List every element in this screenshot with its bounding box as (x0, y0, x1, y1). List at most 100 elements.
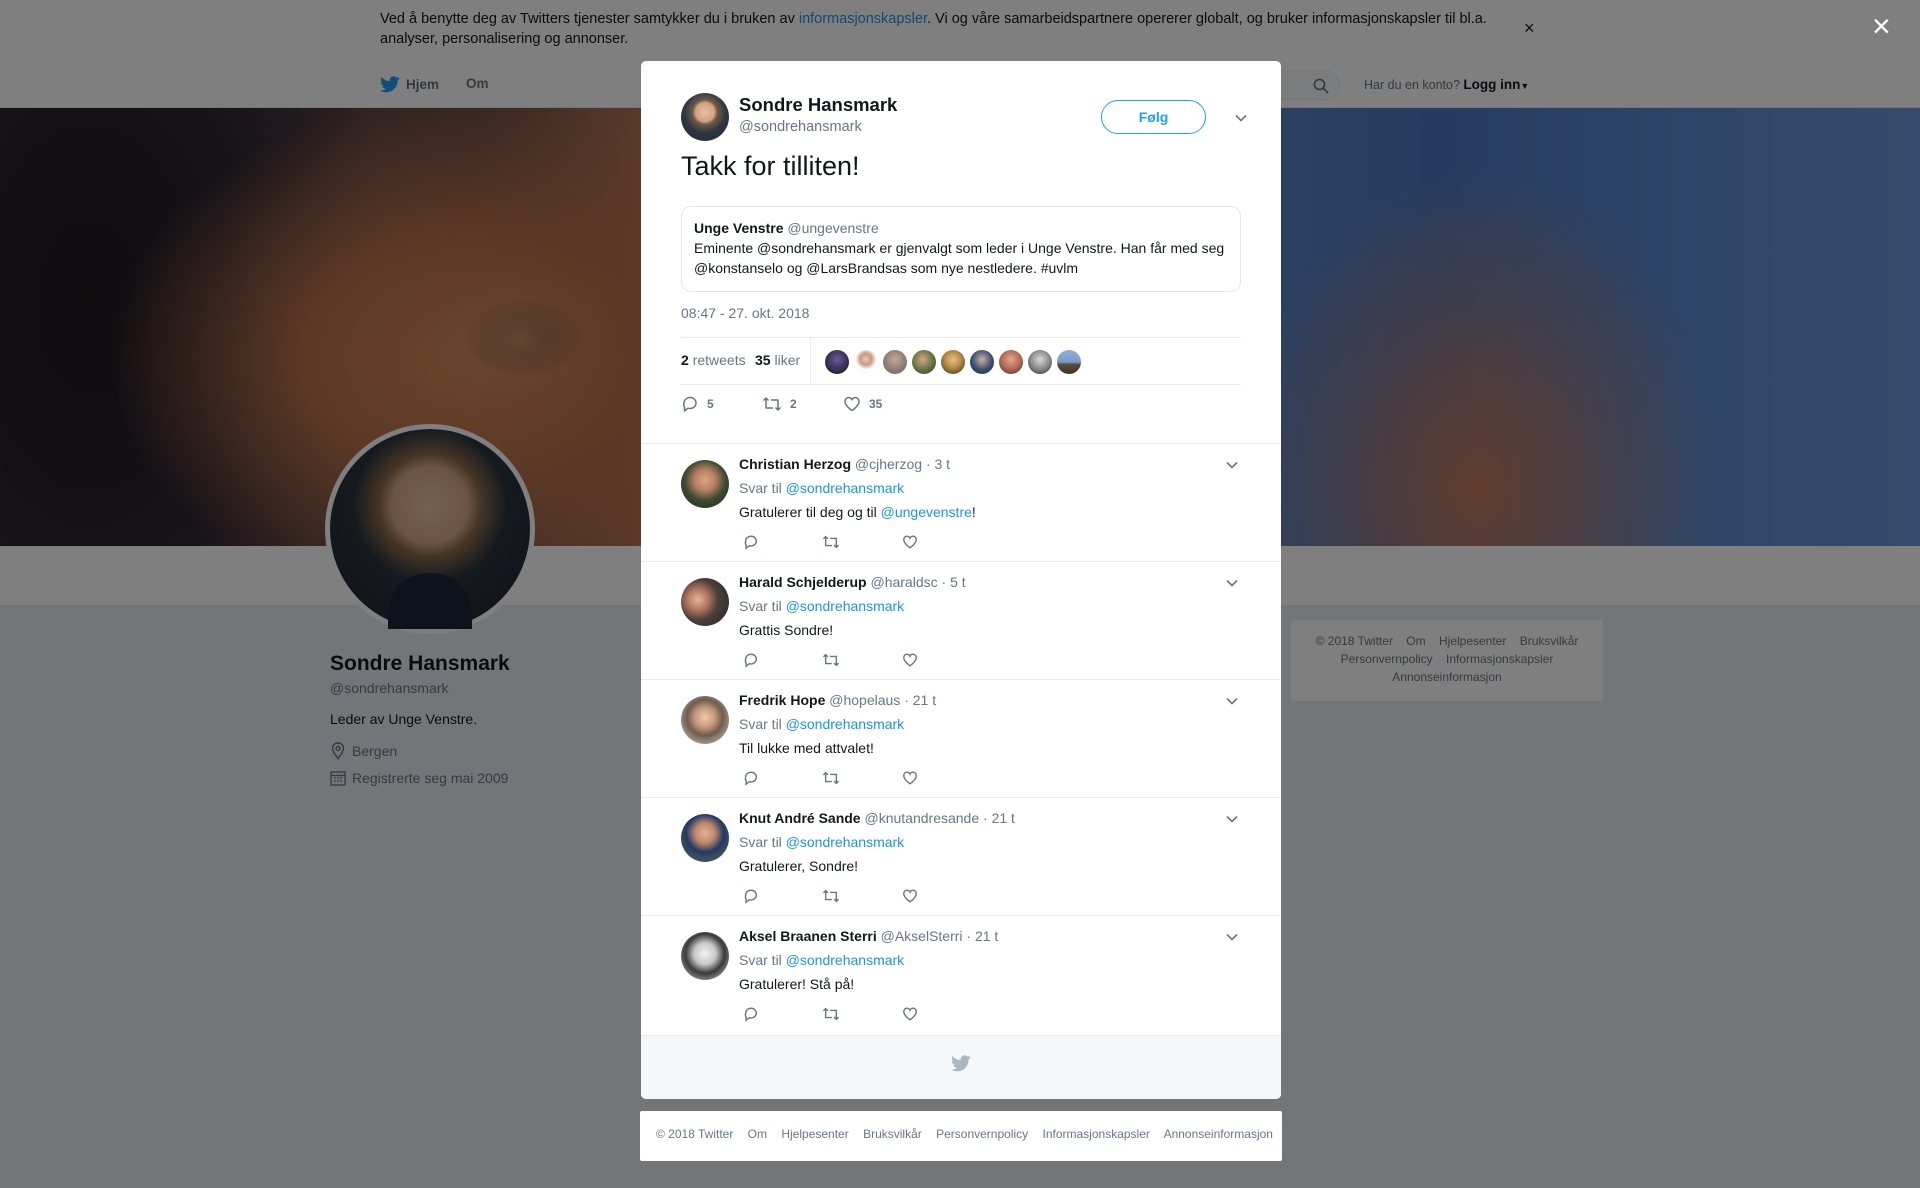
reply-author-name[interactable]: Christian Herzog (739, 456, 851, 472)
author-avatar[interactable] (681, 93, 729, 141)
footer-link-ads[interactable]: Annonseinformasjon (1164, 1127, 1273, 1141)
reply-icon (682, 396, 697, 412)
liker-avatar[interactable] (941, 350, 965, 374)
stats-divider (810, 338, 811, 384)
reply-tweet[interactable]: Aksel Braanen Sterri @AkselSterri · 21 t… (641, 915, 1281, 1032)
reply-author-name[interactable]: Fredrik Hope (739, 692, 825, 708)
retweet-icon[interactable] (822, 652, 840, 673)
modal-bottom-footer: © 2018 Twitter Om Hjelpesenter Bruksvilk… (640, 1111, 1282, 1161)
heart-icon[interactable] (902, 534, 918, 555)
author-name[interactable]: Sondre Hansmark (739, 94, 897, 116)
reply-to-line: Svar til @sondrehansmark (739, 952, 905, 968)
reply-avatar[interactable] (681, 814, 729, 862)
reply-to-mention[interactable]: @sondrehansmark (786, 716, 905, 732)
reply-header: Knut André Sande @knutandresande · 21 t (739, 810, 1015, 826)
chevron-down-icon[interactable] (1225, 694, 1239, 708)
reply-avatar[interactable] (681, 696, 729, 744)
reply-to-mention[interactable]: @sondrehansmark (786, 952, 905, 968)
footer-copyright: © 2018 Twitter (656, 1127, 734, 1141)
reply-to-line: Svar til @sondrehansmark (739, 598, 905, 614)
reply-header: Aksel Braanen Sterri @AkselSterri · 21 t (739, 928, 998, 944)
tweet-actions: 5 2 35 (681, 395, 981, 419)
reply-author-handle: @knutandresande (864, 810, 980, 826)
footer-link-about[interactable]: Om (748, 1127, 767, 1141)
reply-tweet[interactable]: Knut André Sande @knutandresande · 21 t … (641, 797, 1281, 914)
footer-link-terms[interactable]: Bruksvilkår (863, 1127, 922, 1141)
quoted-tweet[interactable]: Unge Venstre @ungevenstre Eminente @sond… (681, 206, 1241, 292)
reply-button[interactable]: 5 (681, 395, 714, 413)
twitter-bird-icon (951, 1055, 971, 1072)
reply-time[interactable]: · 21 t (983, 810, 1015, 826)
reply-avatar[interactable] (681, 932, 729, 980)
reply-text: Til lukke med attvalet! (739, 740, 874, 756)
follow-button[interactable]: Følg (1101, 100, 1206, 134)
liker-avatar[interactable] (825, 350, 849, 374)
reply-tweet[interactable]: Fredrik Hope @hopelaus · 21 t Svar til @… (641, 679, 1281, 796)
reply-text: Gratulerer, Sondre! (739, 858, 859, 874)
reply-text: Grattis Sondre! (739, 622, 834, 638)
like-count[interactable]: 35 liker (755, 352, 800, 368)
retweet-icon[interactable] (822, 770, 840, 791)
reply-to-mention[interactable]: @sondrehansmark (786, 834, 905, 850)
reply-tweet[interactable]: Christian Herzog @cjherzog · 3 t Svar ti… (641, 443, 1281, 560)
liker-avatar[interactable] (912, 350, 936, 374)
tweet-text: Takk for tilliten! (681, 151, 860, 181)
reply-icon[interactable] (743, 1006, 759, 1027)
reply-avatar[interactable] (681, 460, 729, 508)
reply-author-name[interactable]: Knut André Sande (739, 810, 861, 826)
footer-link-help[interactable]: Hjelpesenter (781, 1127, 848, 1141)
reply-to-line: Svar til @sondrehansmark (739, 716, 905, 732)
chevron-down-icon[interactable] (1225, 576, 1239, 590)
reply-time[interactable]: · 5 t (942, 574, 966, 590)
chevron-down-icon[interactable] (1234, 111, 1248, 125)
retweet-icon[interactable] (822, 1006, 840, 1027)
close-modal-button[interactable]: × (1872, 10, 1891, 42)
quote-text: Eminente @sondrehansmark er gjenvalgt so… (694, 240, 1225, 276)
footer-link-cookies[interactable]: Informasjonskapsler (1043, 1127, 1150, 1141)
heart-icon[interactable] (902, 652, 918, 673)
reply-icon[interactable] (743, 770, 759, 791)
reply-to-mention[interactable]: @sondrehansmark (786, 598, 905, 614)
liker-avatar[interactable] (1057, 350, 1081, 374)
chevron-down-icon[interactable] (1225, 930, 1239, 944)
retweet-count[interactable]: 2 retweets (681, 352, 746, 368)
reply-icon[interactable] (743, 652, 759, 673)
reply-header: Christian Herzog @cjherzog · 3 t (739, 456, 950, 472)
reply-time[interactable]: · 3 t (926, 456, 950, 472)
reply-author-name[interactable]: Aksel Braanen Sterri (739, 928, 877, 944)
like-button[interactable]: 35 (843, 395, 882, 413)
heart-icon[interactable] (902, 770, 918, 791)
tweet-timestamp: 08:47 - 27. okt. 2018 (681, 305, 810, 321)
liker-avatar[interactable] (883, 350, 907, 374)
chevron-down-icon[interactable] (1225, 458, 1239, 472)
reply-icon[interactable] (743, 534, 759, 555)
heart-icon[interactable] (902, 888, 918, 909)
reply-avatar[interactable] (681, 578, 729, 626)
reply-header: Fredrik Hope @hopelaus · 21 t (739, 692, 936, 708)
reply-time[interactable]: · 21 t (966, 928, 998, 944)
retweet-button[interactable]: 2 (762, 395, 797, 413)
reply-to-mention[interactable]: @sondrehansmark (786, 480, 905, 496)
reply-icon[interactable] (743, 888, 759, 909)
liker-avatar[interactable] (854, 350, 878, 374)
retweet-icon[interactable] (822, 888, 840, 909)
retweet-action-count: 2 (790, 397, 797, 411)
liker-avatar[interactable] (999, 350, 1023, 374)
liker-avatar[interactable] (970, 350, 994, 374)
reply-author-name[interactable]: Harald Schjelderup (739, 574, 867, 590)
liker-avatar[interactable] (1028, 350, 1052, 374)
reply-to-line: Svar til @sondrehansmark (739, 480, 905, 496)
reply-text: Gratulerer til deg og til @ungevenstre! (739, 504, 976, 520)
reply-author-handle: @hopelaus (829, 692, 901, 708)
chevron-down-icon[interactable] (1225, 812, 1239, 826)
quote-author-handle: @ungevenstre (787, 220, 879, 236)
reply-actions (739, 534, 939, 552)
reply-author-handle: @haraldsc (870, 574, 938, 590)
reply-time[interactable]: · 21 t (904, 692, 936, 708)
retweet-icon[interactable] (822, 534, 840, 555)
mention-link[interactable]: @ungevenstre (881, 504, 972, 520)
reply-tweet[interactable]: Harald Schjelderup @haraldsc · 5 t Svar … (641, 561, 1281, 678)
footer-link-privacy[interactable]: Personvernpolicy (936, 1127, 1028, 1141)
modal-footer (641, 1035, 1281, 1099)
heart-icon[interactable] (902, 1006, 918, 1027)
